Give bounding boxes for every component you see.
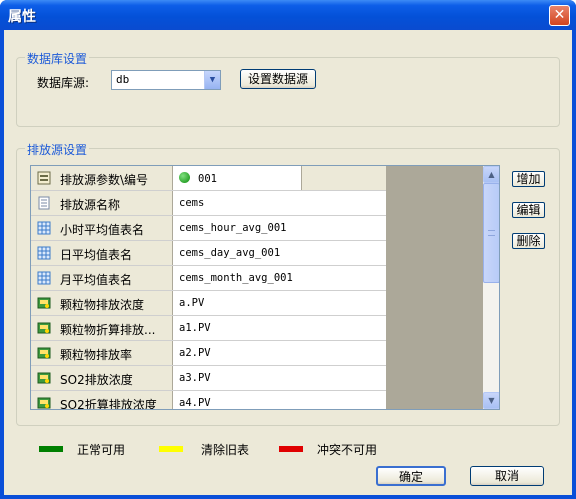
property-label: 日平均值表名 [60,248,133,262]
sensor-icon [37,321,51,335]
dialog-body: 数据库设置 数据库源: db ▼ 设置数据源 排放源设置 排放源参数\编号 001… [4,30,572,495]
property-label: 小时平均值表名 [60,223,145,237]
cancel-button[interactable]: 取消 [470,466,544,486]
property-label: 排放源名称 [60,198,121,212]
scroll-down-icon[interactable]: ▼ [483,392,499,409]
grip-icon [488,230,495,236]
property-name-cell: 小时平均值表名 [31,216,173,240]
property-label: 月平均值表名 [60,273,133,287]
property-label: SO2折算排放浓度 [60,398,157,410]
property-value[interactable]: cems_day_avg_001 [179,247,280,259]
scroll-up-icon[interactable]: ▲ [483,166,499,183]
sensor-icon [37,371,51,385]
property-value-text: a2.PV [179,347,211,359]
chevron-down-icon[interactable]: ▼ [204,71,220,89]
property-value-text: cems [179,197,205,209]
add-button[interactable]: 增加 [512,171,545,187]
sensor-icon [37,296,51,310]
legend-label-clear: 清除旧表 [201,443,250,457]
property-label: 颗粒物排放率 [60,348,133,362]
table-icon [37,171,51,185]
property-name-cell: 颗粒物排放率 [31,341,173,365]
grid-icon [37,246,51,260]
legend-swatch-clear [159,446,183,452]
setup-datasource-button[interactable]: 设置数据源 [240,69,316,89]
property-label: 颗粒物排放浓度 [60,298,145,312]
sensor-icon [37,396,51,409]
property-grid[interactable]: 排放源参数\编号 001 排放源名称 cems 小时平均值表名 cems_hour_avg… [30,165,500,410]
db-source-label: 数据库源: [37,76,90,90]
emission-settings-title: 排放源设置 [25,141,90,158]
property-name-cell: 颗粒物排放浓度 [31,291,173,315]
legend-label-conflict: 冲突不可用 [317,443,378,457]
property-label: SO2排放浓度 [60,373,133,387]
grid-icon [37,221,51,235]
property-value-text: a.PV [179,297,205,309]
property-value-text: cems_hour_avg_001 [179,222,287,234]
db-settings-title: 数据库设置 [25,50,90,67]
property-name-cell: 日平均值表名 [31,241,173,265]
property-value-text: cems_day_avg_001 [179,247,281,259]
grid-extra-cell [301,166,386,190]
property-row[interactable]: 小时平均值表名 cems_hour_avg_001 [31,216,386,241]
property-row[interactable]: 颗粒物排放浓度 a.PV [31,291,386,316]
property-name-cell: 月平均值表名 [31,266,173,290]
property-name-cell: 排放源名称 [31,191,173,215]
property-row[interactable]: 月平均值表名 cems_month_avg_001 [31,266,386,291]
ok-button[interactable]: 确定 [376,466,446,486]
title-bar[interactable]: 属性 ✕ [0,0,576,30]
property-value-text: a1.PV [179,322,211,334]
property-value-text: a4.PV [179,397,211,409]
db-source-value: db [116,73,130,86]
property-value[interactable]: cems [179,197,204,209]
property-value[interactable]: cems_hour_avg_001 [179,222,286,234]
property-label: 颗粒物折算排放... [60,323,156,337]
scroll-thumb[interactable] [483,183,499,283]
legend-label-normal: 正常可用 [77,443,126,457]
property-name-cell: 排放源参数\编号 [31,166,173,190]
grid-empty-area [386,166,483,409]
document-icon [37,196,51,210]
properties-dialog: 属性 ✕ 数据库设置 数据库源: db ▼ 设置数据源 排放源设置 排放源参数\… [0,0,576,499]
window-title: 属性 [8,9,36,25]
sensor-icon [37,346,51,360]
property-row[interactable]: 颗粒物折算排放... a1.PV [31,316,386,341]
property-row[interactable]: 颗粒物排放率 a2.PV [31,341,386,366]
property-name-cell: SO2折算排放浓度 [31,391,173,410]
property-value[interactable]: cems_month_avg_001 [179,272,293,284]
property-value[interactable]: a2.PV [179,347,211,359]
vertical-scrollbar[interactable]: ▲ ▼ [483,166,499,409]
property-value-text: a3.PV [179,372,211,384]
property-name-cell: 颗粒物折算排放... [31,316,173,340]
delete-button[interactable]: 删除 [512,233,545,249]
property-value[interactable]: a1.PV [179,322,211,334]
property-value[interactable]: a4.PV [179,397,211,409]
property-value[interactable]: 001 [179,172,217,185]
db-source-select[interactable]: db ▼ [111,70,221,90]
property-row[interactable]: 日平均值表名 cems_day_avg_001 [31,241,386,266]
property-value-text: cems_month_avg_001 [179,272,293,284]
legend-swatch-normal [39,446,63,452]
property-label: 排放源参数\编号 [60,173,149,187]
property-value[interactable]: a3.PV [179,372,211,384]
close-button[interactable]: ✕ [549,5,570,26]
status-dot-icon [179,172,190,183]
grid-icon [37,271,51,285]
property-row[interactable]: SO2排放浓度 a3.PV [31,366,386,391]
legend-swatch-conflict [279,446,303,452]
property-name-cell: SO2排放浓度 [31,366,173,390]
edit-button[interactable]: 编辑 [512,202,545,218]
db-settings-group: 数据库设置 [16,50,560,127]
property-value-text: 001 [198,173,217,185]
property-value[interactable]: a.PV [179,297,204,309]
property-row[interactable]: 排放源名称 cems [31,191,386,216]
property-row[interactable]: SO2折算排放浓度 a4.PV [31,391,386,410]
